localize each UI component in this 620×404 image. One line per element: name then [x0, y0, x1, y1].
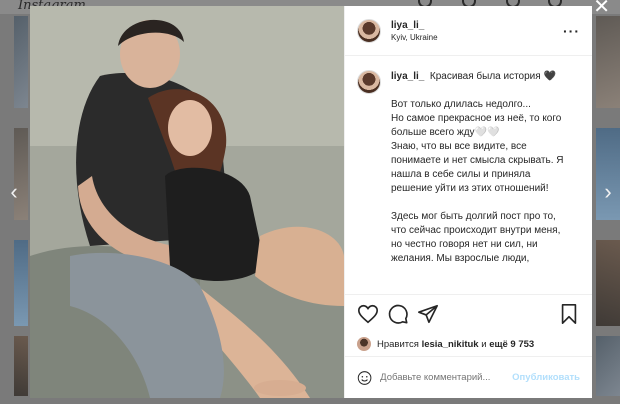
chevron-left-icon[interactable]: ‹ — [6, 180, 22, 204]
caption-area: liya_li_ Красивая была история 🖤 Вот тол… — [345, 56, 592, 294]
close-icon[interactable]: ✕ — [593, 0, 610, 19]
chevron-right-icon[interactable]: › — [600, 180, 616, 204]
caption-line: но честно говоря нет ни сил, ни — [391, 239, 538, 250]
background-tile — [596, 128, 620, 220]
caption-text: Вот только длилась недолго... Но самое пр… — [391, 98, 579, 266]
caption-line: больше всего жду🤍🤍 — [391, 127, 500, 138]
caption-line — [391, 196, 579, 210]
caption-line: нашла в себе силы и приняла — [391, 169, 531, 180]
liker-username[interactable]: lesia_nikituk — [422, 339, 479, 350]
caption-first-line: Красивая была история 🖤 — [429, 71, 556, 82]
caption-row: liya_li_ Красивая была история 🖤 Вот тол… — [357, 70, 580, 266]
liker-avatar[interactable] — [357, 337, 371, 351]
background-tile — [596, 336, 620, 396]
post-header: liya_li_ Kyiv, Ukraine ··· — [345, 6, 592, 56]
likes-row: Нравится lesia_nikituk и ещё 9 753 — [345, 332, 592, 356]
user-info: liya_li_ Kyiv, Ukraine — [391, 20, 563, 42]
post-modal: liya_li_ Kyiv, Ukraine ··· liya_li_ Крас… — [30, 6, 592, 398]
comment-bar: Опубликовать — [345, 356, 592, 398]
likes-and: и — [481, 338, 487, 350]
photo-illustration — [30, 6, 344, 398]
avatar[interactable] — [357, 18, 381, 43]
comment-icon[interactable] — [387, 303, 409, 325]
username[interactable]: liya_li_ — [391, 20, 563, 31]
caption-line: Но самое прекрасное из неё, то кого — [391, 113, 562, 124]
caption: liya_li_ Красивая была история 🖤 Вот тол… — [391, 70, 579, 266]
caption-line: Здесь мог быть долгий пост про то, — [391, 211, 556, 222]
more-icon[interactable]: ··· — [563, 23, 580, 39]
background-tile — [14, 336, 28, 396]
emoji-icon[interactable] — [357, 368, 372, 388]
heart-icon[interactable] — [357, 303, 379, 325]
caption-line: желания. Мы взрослые люди, — [391, 253, 530, 264]
post-photo[interactable] — [30, 6, 344, 398]
caption-username[interactable]: liya_li_ — [391, 71, 424, 82]
likes-count[interactable]: ещё 9 753 — [489, 339, 534, 350]
post-side-panel: liya_li_ Kyiv, Ukraine ··· liya_li_ Крас… — [344, 6, 592, 398]
caption-line: что сейчас происходит внутри меня, — [391, 225, 561, 236]
comment-input[interactable] — [380, 372, 513, 383]
likes-prefix: Нравится — [377, 338, 419, 350]
share-icon[interactable] — [417, 303, 439, 325]
background-tile — [596, 16, 620, 108]
caption-line: Вот только длилась недолго... — [391, 99, 531, 110]
action-bar — [345, 294, 592, 332]
background-tile — [14, 128, 28, 220]
bookmark-icon[interactable] — [558, 303, 580, 325]
background-tile — [14, 16, 28, 108]
caption-avatar[interactable] — [357, 70, 381, 94]
publish-button[interactable]: Опубликовать — [512, 372, 580, 383]
caption-line: решение уйти из этих отношений! — [391, 183, 549, 194]
background-tile — [596, 240, 620, 326]
caption-line: понимаете и нет смысла скрывать. Я — [391, 155, 564, 166]
background-tile — [14, 240, 28, 326]
caption-head: liya_li_ Красивая была история 🖤 — [391, 70, 579, 84]
location[interactable]: Kyiv, Ukraine — [391, 33, 563, 42]
caption-line: Знаю, что вы все видите, все — [391, 141, 527, 152]
